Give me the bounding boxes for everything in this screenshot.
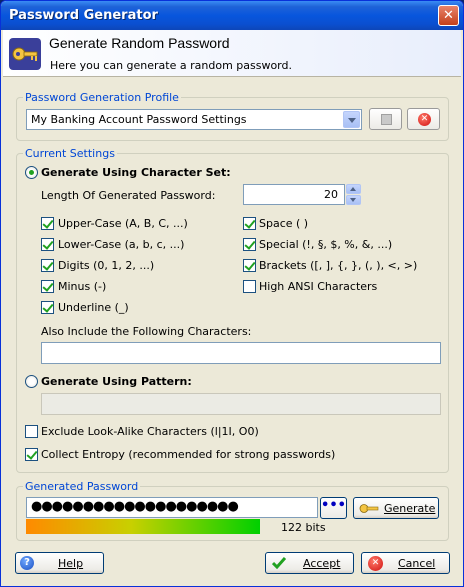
pattern-mode-label: Generate Using Pattern: — [41, 375, 192, 388]
accept-button[interactable]: Accept — [265, 552, 354, 574]
generated-password-field[interactable]: ●●●●●●●●●●●●●●●●●●●● — [26, 497, 318, 518]
profile-select[interactable]: My Banking Account Password Settings — [26, 109, 362, 130]
header-subtitle: Here you can generate a random password. — [50, 59, 292, 72]
underline-checkbox[interactable] — [41, 301, 54, 314]
window-title: Password Generator — [9, 8, 158, 23]
help-button[interactable]: ? Help — [15, 552, 104, 574]
length-up-button[interactable] — [346, 184, 361, 194]
lowercase-checkbox[interactable] — [41, 238, 54, 251]
uppercase-checkbox[interactable] — [41, 217, 54, 230]
quality-bits: 122 bits — [281, 521, 326, 534]
checkmark-icon — [272, 557, 286, 569]
minus-checkbox[interactable] — [41, 280, 54, 293]
space-label: Space ( ) — [259, 217, 309, 230]
charset-mode-radio[interactable] — [25, 166, 38, 179]
minus-label: Minus (-) — [58, 280, 107, 293]
brackets-label: Brackets ([, ], {, }, (, ), <, >) — [259, 259, 418, 272]
lowercase-label: Lower-Case (a, b, c, ...) — [58, 238, 185, 251]
password-generator-window: Password Generator ✕ Generate Random Pas… — [0, 0, 464, 587]
charset-mode-label: Generate Using Character Set: — [41, 166, 231, 179]
delete-icon: ✕ — [418, 113, 431, 126]
show-password-button[interactable]: ••• — [320, 497, 347, 519]
cancel-button-label: Cancel — [398, 557, 436, 570]
collect-entropy-label: Collect Entropy (recommended for strong … — [41, 448, 336, 461]
profile-select-value: My Banking Account Password Settings — [31, 113, 247, 126]
cancel-button[interactable]: ✕ Cancel — [361, 552, 450, 574]
high-ansi-label: High ANSI Characters — [259, 280, 378, 293]
uppercase-label: Upper-Case (A, B, C, ...) — [58, 217, 188, 230]
brackets-checkbox[interactable] — [243, 259, 256, 272]
space-checkbox[interactable] — [243, 217, 256, 230]
length-input[interactable]: 20 — [243, 184, 345, 205]
digits-checkbox[interactable] — [41, 259, 54, 272]
high-ansi-checkbox[interactable] — [243, 280, 256, 293]
also-include-input[interactable] — [41, 342, 441, 364]
generate-button[interactable]: Generate — [353, 497, 439, 519]
length-down-button[interactable] — [346, 195, 361, 205]
collect-entropy-checkbox[interactable] — [25, 448, 38, 461]
length-label: Length Of Generated Password: — [41, 189, 216, 202]
exclude-lookalike-checkbox[interactable] — [25, 425, 38, 438]
settings-legend: Current Settings — [25, 147, 115, 160]
close-button[interactable]: ✕ — [438, 5, 459, 26]
generated-password-value: ●●●●●●●●●●●●●●●●●●●● — [31, 499, 239, 514]
pattern-input[interactable] — [41, 393, 441, 415]
key-icon — [9, 38, 41, 70]
disk-icon — [381, 114, 392, 125]
title-bar[interactable]: Password Generator ✕ — [1, 1, 463, 30]
save-profile-button[interactable] — [369, 108, 402, 130]
underline-label: Underline (_) — [58, 301, 129, 314]
length-value: 20 — [324, 188, 338, 201]
help-icon: ? — [20, 556, 34, 570]
cancel-icon: ✕ — [368, 556, 383, 571]
quality-bar — [26, 519, 260, 534]
profile-legend: Password Generation Profile — [25, 91, 179, 104]
header-title: Generate Random Password — [49, 35, 230, 51]
key-small-icon — [359, 504, 379, 513]
chevron-down-icon[interactable] — [343, 111, 360, 128]
generated-legend: Generated Password — [25, 480, 139, 493]
also-include-label: Also Include the Following Characters: — [41, 325, 252, 338]
generate-button-label: Generate — [384, 502, 436, 515]
exclude-lookalike-label: Exclude Look-Alike Characters (l|1I, O0) — [41, 425, 259, 438]
special-label: Special (!, §, $, %, &, ...) — [259, 238, 393, 251]
accept-button-label: Accept — [303, 557, 341, 570]
special-checkbox[interactable] — [243, 238, 256, 251]
delete-profile-button[interactable]: ✕ — [407, 108, 440, 130]
pattern-mode-radio[interactable] — [25, 375, 38, 388]
digits-label: Digits (0, 1, 2, ...) — [58, 259, 155, 272]
dialog-header: Generate Random Password Here you can ge… — [3, 30, 461, 77]
help-button-label: Help — [58, 557, 84, 570]
